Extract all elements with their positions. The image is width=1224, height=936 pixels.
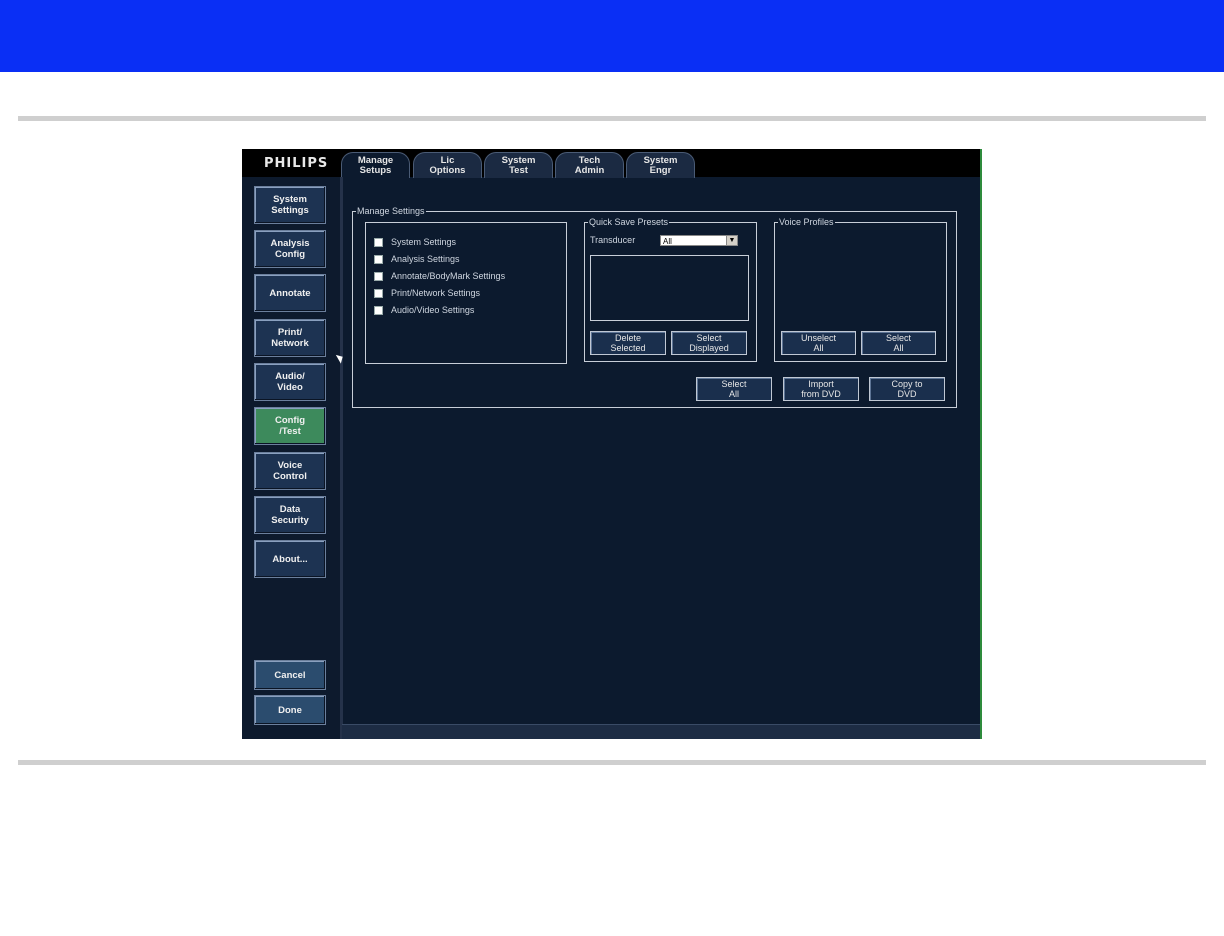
sidebar-item-analysis-config[interactable]: Analysis Config	[254, 230, 326, 268]
import-from-dvd-button[interactable]: Import from DVD	[783, 377, 859, 401]
quick-save-legend: Quick Save Presets	[588, 216, 670, 228]
button-label: Delete	[614, 333, 641, 343]
sidebar-item-label: About...	[272, 553, 308, 565]
sidebar-item-label: Print/	[277, 327, 303, 338]
tab-label: System	[501, 154, 536, 166]
button-label: All	[728, 389, 739, 399]
unselect-all-button[interactable]: Unselect All	[781, 331, 856, 355]
manage-settings-legend: Manage Settings	[356, 205, 426, 217]
sidebar-item-label: Audio/	[275, 371, 305, 382]
button-label: Select	[696, 333, 722, 343]
cancel-label: Cancel	[274, 669, 306, 681]
tab-label: Tech	[578, 154, 601, 166]
sidebar-item-label: Settings	[271, 205, 309, 216]
button-label: Select	[721, 379, 747, 389]
checkbox[interactable]	[374, 271, 383, 281]
sidebar-divider	[340, 177, 343, 739]
button-label: Copy to	[891, 379, 923, 389]
sidebar-item-label: Analysis	[270, 238, 310, 249]
sidebar-item-label: /Test	[279, 426, 301, 437]
checkbox[interactable]	[374, 288, 383, 298]
voice-profiles-legend: Voice Profiles	[778, 216, 835, 228]
checkbox-label: Audio/Video Settings	[391, 305, 475, 315]
checkbox-row-annotate-settings[interactable]: Annotate/BodyMark Settings	[374, 270, 505, 282]
philips-logo: PHILIPS	[264, 156, 329, 171]
checkbox-row-audio-video-settings[interactable]: Audio/Video Settings	[374, 304, 474, 316]
sidebar-item-system-settings[interactable]: System Settings	[254, 186, 326, 224]
transducer-select[interactable]: All ▼	[660, 235, 738, 246]
sidebar-item-label: Data	[279, 504, 301, 515]
button-label: Import	[808, 379, 834, 389]
transducer-value: All	[663, 237, 672, 246]
presets-listbox[interactable]	[590, 255, 749, 321]
checkbox[interactable]	[374, 305, 383, 315]
tab-label: Lic	[440, 154, 455, 166]
button-label: from DVD	[801, 389, 841, 399]
sidebar-item-label: Config	[274, 415, 306, 426]
status-bar	[342, 724, 980, 739]
sidebar-item-label: Security	[271, 515, 309, 526]
checkbox-label: Annotate/BodyMark Settings	[391, 271, 506, 281]
done-button[interactable]: Done	[254, 695, 326, 725]
delete-selected-button[interactable]: Delete Selected	[590, 331, 666, 355]
button-label: Select	[885, 333, 911, 343]
sidebar-item-audio-video[interactable]: Audio/ Video	[254, 363, 326, 401]
screen-edge	[980, 149, 982, 739]
chevron-down-icon: ▼	[726, 236, 737, 245]
voice-profiles-group: Voice Profiles Unselect All Select All	[774, 216, 947, 362]
sidebar-item-label: Control	[273, 471, 307, 482]
sidebar-item-print-network[interactable]: Print/ Network	[254, 319, 326, 357]
select-displayed-button[interactable]: Select Displayed	[671, 331, 747, 355]
quick-save-presets-group: Quick Save Presets Transducer All ▼ Dele…	[584, 216, 757, 362]
sidebar-item-label: Voice	[277, 460, 303, 471]
header-bar	[0, 0, 1224, 72]
tab-lic-options[interactable]: Lic Options	[413, 152, 482, 178]
tab-manage-setups[interactable]: Manage Setups	[341, 152, 410, 178]
checkbox-label: Print/Network Settings	[391, 288, 481, 298]
transducer-label: Transducer	[590, 235, 636, 245]
checkbox-row-analysis-settings[interactable]: Analysis Settings	[374, 253, 460, 265]
sidebar-item-label: Network	[271, 338, 309, 349]
sidebar-item-label: Video	[277, 382, 303, 393]
checkbox-row-print-network-settings[interactable]: Print/Network Settings	[374, 287, 480, 299]
select-all-profiles-button[interactable]: Select All	[861, 331, 936, 355]
tab-label: Manage	[357, 154, 394, 166]
tab-system-engr[interactable]: System Engr	[626, 152, 695, 178]
checkbox[interactable]	[374, 254, 383, 264]
tab-label: Admin	[574, 164, 605, 176]
button-label: All	[813, 343, 824, 353]
checkbox-label: Analysis Settings	[391, 254, 460, 264]
sidebar-item-label: Annotate	[269, 287, 311, 299]
sidebar-item-config-test[interactable]: Config /Test	[254, 407, 326, 445]
sidebar-item-label: Config	[274, 249, 306, 260]
button-label: Displayed	[689, 343, 729, 353]
sidebar-item-data-security[interactable]: Data Security	[254, 496, 326, 534]
divider-top	[18, 116, 1206, 121]
sidebar-item-label: System	[273, 194, 307, 205]
checkbox[interactable]	[374, 237, 383, 247]
sidebar-item-about[interactable]: About...	[254, 540, 326, 578]
ultrasound-setup-screen: PHILIPS Manage Setups Lic Options System…	[242, 149, 982, 739]
sidebar-item-annotate[interactable]: Annotate	[254, 274, 326, 312]
button-label: Unselect	[800, 333, 836, 343]
divider-bottom	[18, 760, 1206, 765]
cancel-button[interactable]: Cancel	[254, 660, 326, 690]
checkbox-row-system-settings[interactable]: System Settings	[374, 236, 456, 248]
copy-to-dvd-button[interactable]: Copy to DVD	[869, 377, 945, 401]
button-label: All	[893, 343, 904, 353]
tab-label: Engr	[649, 164, 672, 176]
tab-label: Setups	[359, 164, 392, 176]
done-label: Done	[278, 704, 302, 716]
button-label: Selected	[610, 343, 646, 353]
tab-system-test[interactable]: System Test	[484, 152, 553, 178]
button-label: DVD	[897, 389, 917, 399]
select-all-button[interactable]: Select All	[696, 377, 772, 401]
sidebar-item-voice-control[interactable]: Voice Control	[254, 452, 326, 490]
settings-checkbox-group: System Settings Analysis Settings Annota…	[365, 222, 567, 364]
tab-label: Test	[509, 164, 528, 176]
checkbox-label: System Settings	[391, 237, 457, 247]
tab-tech-admin[interactable]: Tech Admin	[555, 152, 624, 178]
tab-label: Options	[429, 164, 466, 176]
tab-label: System	[643, 154, 678, 166]
